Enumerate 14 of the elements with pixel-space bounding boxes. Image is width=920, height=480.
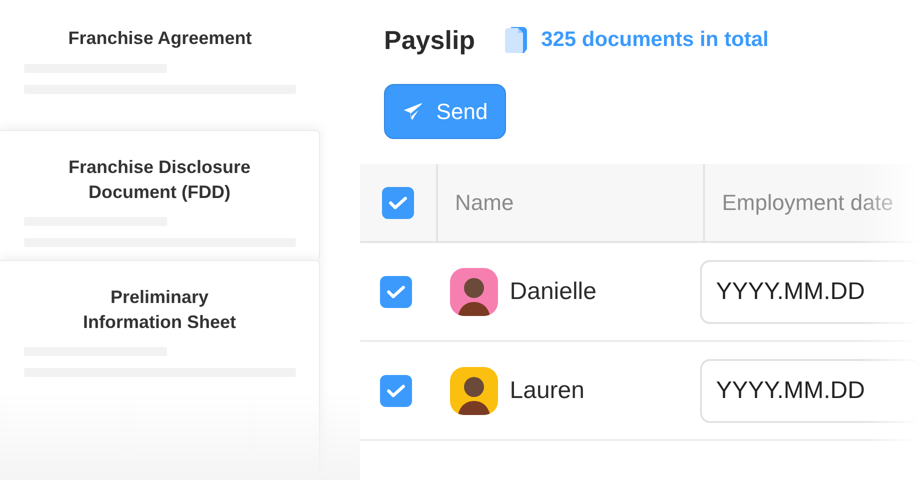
- person-name: Danielle: [510, 276, 596, 306]
- document-count: 325 documents in total: [541, 27, 769, 54]
- person-name: Lauren: [510, 376, 584, 406]
- paper-plane-icon: [402, 100, 424, 122]
- document-title: Preliminary Information Sheet: [82, 286, 237, 334]
- checkbox[interactable]: [380, 276, 412, 308]
- checkbox[interactable]: [380, 374, 412, 406]
- document-title: Franchise Agreement: [67, 27, 253, 50]
- checkbox[interactable]: [382, 186, 414, 218]
- page-title: Payslip: [384, 24, 476, 56]
- column-header: Name: [455, 189, 514, 217]
- document-title: Franchise Disclosure Document (FDD): [67, 156, 252, 204]
- column-header: Employment date: [722, 189, 894, 217]
- document-card[interactable]: Franchise Disclosure Document (FDD): [0, 130, 320, 260]
